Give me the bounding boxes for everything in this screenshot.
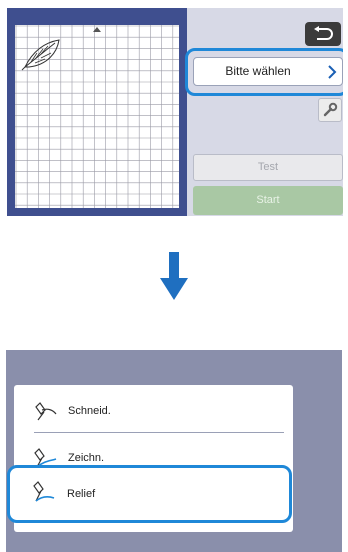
test-button[interactable]: Test bbox=[193, 154, 343, 181]
cutting-mat[interactable] bbox=[15, 25, 179, 208]
menu-divider bbox=[34, 432, 284, 433]
return-arrow-icon bbox=[314, 26, 333, 40]
start-button[interactable]: Start bbox=[193, 186, 343, 215]
chevron-right-icon bbox=[328, 65, 337, 79]
mat-preview-panel bbox=[7, 8, 187, 216]
menu-item-cut[interactable]: Schneid. bbox=[14, 391, 293, 431]
mat-feed-marker bbox=[93, 27, 101, 32]
pattern-select-button[interactable]: Bitte wählen bbox=[193, 57, 343, 86]
settings-button[interactable] bbox=[318, 98, 342, 122]
arrow-down-icon bbox=[160, 252, 188, 300]
wrench-icon bbox=[323, 102, 338, 117]
cut-blade-icon bbox=[35, 402, 57, 421]
menu-item-label: Relief bbox=[67, 488, 96, 500]
top-screen: Bitte wählen Test Start bbox=[7, 8, 343, 216]
pattern-select-label: Bitte wählen bbox=[225, 64, 291, 78]
menu-item-relief[interactable]: Relief bbox=[7, 465, 292, 523]
bottom-screen: Schneid. Zeichn. Relief bbox=[6, 350, 342, 552]
menu-item-label: Schneid. bbox=[68, 405, 111, 417]
emboss-tool-icon bbox=[33, 481, 55, 502]
back-button[interactable] bbox=[305, 22, 341, 46]
leaf-outline-icon[interactable] bbox=[21, 37, 63, 71]
